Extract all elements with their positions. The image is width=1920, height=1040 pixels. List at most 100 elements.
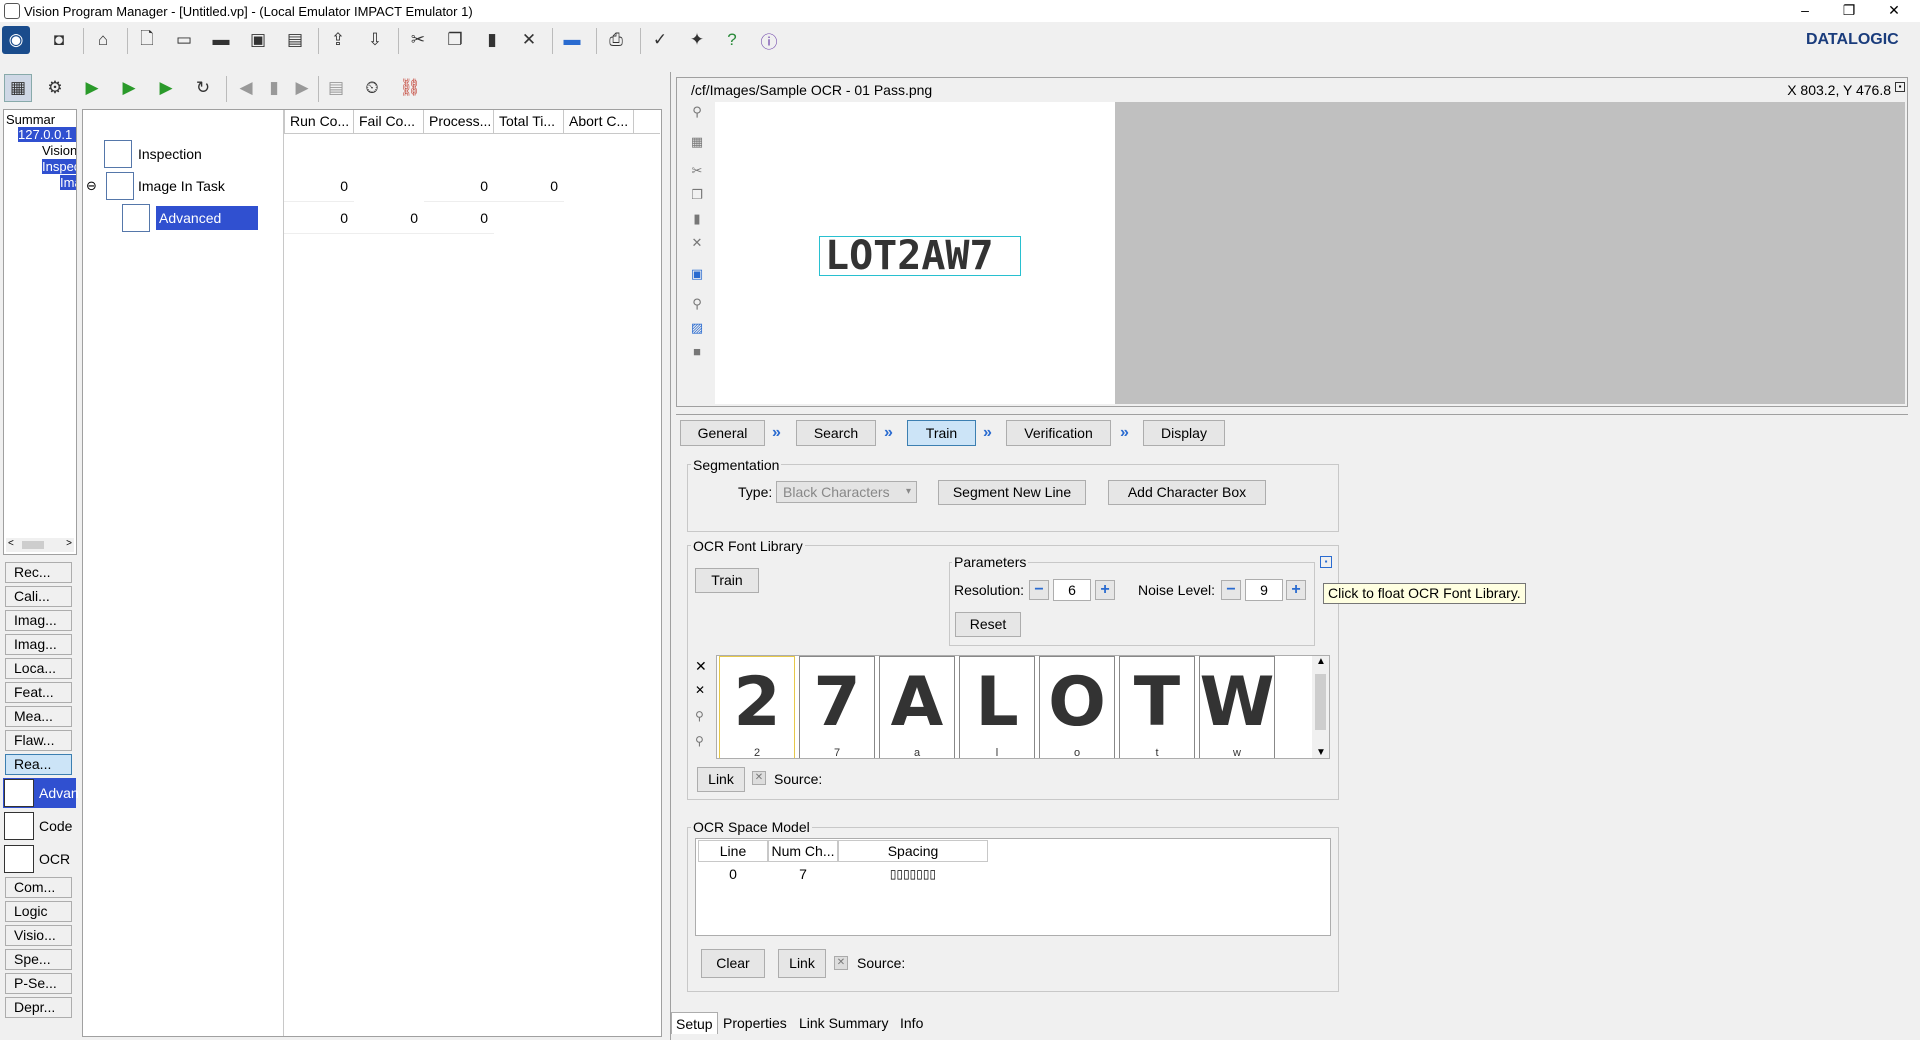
upload-icon[interactable]: ⇪: [324, 26, 352, 54]
minimize-button[interactable]: –: [1793, 2, 1817, 18]
cut-tool-icon[interactable]: ✂: [689, 163, 705, 179]
zoom-out-glyph-icon[interactable]: ⚲: [695, 709, 704, 723]
glyph-vscrollbar[interactable]: ▲ ▼: [1312, 656, 1329, 758]
reset-button[interactable]: Reset: [955, 612, 1021, 637]
nav-visio[interactable]: Visio...: [5, 925, 72, 946]
tree-item-summary[interactable]: Summar: [6, 112, 55, 127]
tab-setup[interactable]: Setup: [671, 1012, 718, 1034]
col-run-count[interactable]: Run Co...: [284, 110, 354, 134]
monitor-icon[interactable]: ▬: [558, 26, 586, 54]
tab-link-summary[interactable]: Link Summary: [795, 1012, 892, 1034]
timer-icon[interactable]: ⏲: [358, 74, 386, 102]
col-abort-count[interactable]: Abort C...: [564, 110, 634, 134]
loop-icon[interactable]: ↻: [189, 74, 217, 102]
float-library-icon[interactable]: ▪: [1320, 556, 1332, 568]
tree-hscrollbar[interactable]: < >: [6, 538, 74, 552]
train-button[interactable]: Train: [695, 568, 759, 593]
new-file-icon[interactable]: 🗋: [133, 26, 161, 54]
design-mode-icon[interactable]: ▦: [4, 74, 32, 102]
col-fail-count[interactable]: Fail Co...: [354, 110, 424, 134]
next-icon[interactable]: ▶: [288, 74, 316, 102]
col-line[interactable]: Line: [698, 840, 768, 862]
nav-code[interactable]: Code: [3, 811, 76, 841]
save-all-icon[interactable]: ▤: [281, 26, 309, 54]
noise-value[interactable]: 9: [1245, 579, 1283, 601]
delete-glyph-icon[interactable]: ✕: [695, 658, 707, 675]
nav-ocr[interactable]: OCR: [3, 844, 76, 874]
noise-decrease-button[interactable]: −: [1221, 580, 1241, 600]
run-icon[interactable]: ▶: [78, 74, 106, 102]
glyph-o[interactable]: O o: [1039, 656, 1115, 758]
nav-rec[interactable]: Rec...: [5, 562, 72, 583]
stop-tool-icon[interactable]: ■: [689, 344, 705, 360]
nav-mea[interactable]: Mea...: [5, 706, 72, 727]
check-icon[interactable]: ✓: [646, 26, 674, 54]
glyph-l[interactable]: L l: [959, 656, 1035, 758]
help-icon[interactable]: ?: [718, 26, 746, 54]
delete-icon[interactable]: ✕: [515, 26, 543, 54]
resolution-decrease-button[interactable]: −: [1029, 580, 1049, 600]
open-icon[interactable]: ▭: [170, 26, 198, 54]
image-canvas[interactable]: LOT2AW7: [715, 102, 1905, 404]
pause-icon[interactable]: ▮: [260, 74, 288, 102]
prev-icon[interactable]: ◀: [232, 74, 260, 102]
table-row[interactable]: Inspection: [104, 138, 284, 170]
run-once-icon[interactable]: ▶: [115, 74, 143, 102]
glyph-w[interactable]: W w: [1199, 656, 1275, 758]
paste-tool-icon[interactable]: ▮: [689, 211, 705, 227]
zoom-in-glyph-icon[interactable]: ⚲: [695, 734, 704, 748]
report-icon[interactable]: ▤: [322, 74, 350, 102]
zoom-tool-icon[interactable]: ⚲: [689, 104, 705, 120]
col-spacing[interactable]: Spacing: [838, 840, 988, 862]
col-total-time[interactable]: Total Ti...: [494, 110, 564, 134]
settings-icon[interactable]: ⚙: [41, 74, 69, 102]
tree-item-device[interactable]: 127.0.0.1: [18, 127, 76, 142]
zoom-in-tool-icon[interactable]: ⚲: [689, 296, 705, 312]
col-process[interactable]: Process...: [424, 110, 494, 134]
tree-item-image[interactable]: Ima: [60, 175, 76, 190]
nav-loca[interactable]: Loca...: [5, 658, 72, 679]
step-train[interactable]: Train: [907, 420, 976, 446]
info-icon[interactable]: ⓘ: [755, 26, 783, 54]
step-display[interactable]: Display: [1143, 420, 1225, 446]
table-row[interactable]: 0 7 ▯▯▯▯▯▯▯: [698, 863, 988, 885]
close-button[interactable]: ✕: [1882, 2, 1906, 19]
vision-program-icon[interactable]: ◉: [2, 26, 30, 54]
home-icon[interactable]: ⌂: [89, 26, 117, 54]
library-source-clear-icon[interactable]: ✕: [752, 771, 766, 785]
delete-tool-icon[interactable]: ✕: [689, 235, 705, 251]
nav-logic[interactable]: Logic: [5, 901, 72, 922]
glyph-strip[interactable]: 2 2 7 7 A a L l O o T t W w ▲ ▼: [716, 655, 1330, 759]
nav-imag-2[interactable]: Imag...: [5, 634, 72, 655]
clear-button[interactable]: Clear: [701, 949, 765, 978]
collapse-icon[interactable]: ⊖: [86, 178, 97, 194]
tab-info[interactable]: Info: [896, 1012, 927, 1034]
link-icon[interactable]: ⛓: [396, 74, 424, 102]
step-general[interactable]: General: [680, 420, 765, 446]
col-num-chars[interactable]: Num Ch...: [768, 840, 838, 862]
tree-item-vision[interactable]: Vision: [42, 143, 76, 158]
glyph-7[interactable]: 7 7: [799, 656, 875, 758]
tab-properties[interactable]: Properties: [719, 1012, 791, 1034]
space-source-clear-icon[interactable]: ✕: [834, 956, 848, 970]
resolution-increase-button[interactable]: +: [1095, 580, 1115, 600]
library-link-button[interactable]: Link: [697, 767, 745, 792]
step-verification[interactable]: Verification: [1006, 420, 1111, 446]
nav-advanced-ocr[interactable]: Advan: [3, 778, 79, 808]
copy-tool-icon[interactable]: ❐: [689, 187, 705, 203]
cut-icon[interactable]: ✂: [404, 26, 432, 54]
nav-depr[interactable]: Depr...: [5, 997, 72, 1018]
float-icon[interactable]: ▪: [1895, 82, 1905, 92]
download-icon[interactable]: ⇩: [361, 26, 389, 54]
picture-tool-icon[interactable]: ▨: [689, 320, 705, 336]
nav-rea[interactable]: Rea...: [5, 754, 72, 775]
tree-item-inspection[interactable]: Inspec: [42, 159, 76, 174]
noise-increase-button[interactable]: +: [1286, 580, 1306, 600]
resolution-value[interactable]: 6: [1053, 579, 1091, 601]
space-link-button[interactable]: Link: [778, 949, 826, 978]
stop-icon[interactable]: ◘: [45, 26, 73, 54]
restore-button[interactable]: ❐: [1837, 2, 1861, 19]
grid-tool-icon[interactable]: ▦: [689, 134, 705, 150]
nav-pse[interactable]: P-Se...: [5, 973, 72, 994]
step-icon[interactable]: ▶: [152, 74, 180, 102]
